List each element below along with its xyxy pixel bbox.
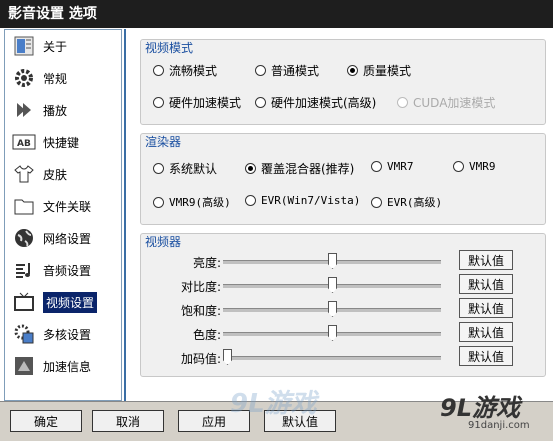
keyboard-icon: AB [11, 129, 37, 155]
watermark-faint: 9L游戏 [230, 389, 317, 419]
radio-vmr9-advanced[interactable]: VMR9(高级) [153, 194, 231, 210]
slider-row: 色度: 默认值 [141, 322, 547, 344]
slider-thumb[interactable] [328, 301, 337, 317]
group-title: 渲染器 [145, 135, 182, 149]
sidebar-item-label: 音频设置 [43, 263, 92, 278]
radio-vmr9[interactable]: VMR9 [453, 160, 496, 173]
radio-circle [153, 163, 164, 174]
group-title: 视频模式 [145, 41, 194, 55]
chip-icon [11, 321, 37, 347]
slider-row: 饱和度: 默认值 [141, 298, 547, 320]
radio-circle [255, 65, 266, 76]
sidebar-item-label: 皮肤 [43, 167, 68, 182]
tv-icon [11, 289, 37, 315]
radio-system-default[interactable]: 系统默认 [153, 160, 217, 177]
radio-vmr7[interactable]: VMR7 [371, 160, 414, 173]
sidebar-item-network[interactable]: 网络设置 [7, 224, 119, 252]
sidebar-item-label: 常规 [43, 71, 68, 86]
sidebar-item-playback[interactable]: 播放 [7, 96, 119, 124]
watermark-logo: 9L游戏 [440, 394, 520, 422]
slider-label: 对比度: [180, 280, 221, 294]
radio-cuda-mode: CUDA加速模式 [397, 94, 495, 111]
radio-normal-mode[interactable]: 普通模式 [255, 62, 319, 79]
default-value-button[interactable]: 默认值 [459, 274, 513, 294]
audio-icon [11, 257, 37, 283]
sidebar-item-multicore[interactable]: 多核设置 [7, 320, 119, 348]
video-adjust-group: 视频器 亮度: 默认值 对比度: 默认值 饱和度: 默认值 色度: 默认值 加码值: 默认值 [140, 233, 546, 377]
play-arrow-icon [11, 97, 37, 123]
radio-hw-accel-advanced[interactable]: 硬件加速模式(高级) [255, 94, 376, 111]
slider-row: 对比度: 默认值 [141, 274, 547, 296]
sidebar-item-label: 网络设置 [43, 231, 92, 246]
radio-circle-selected [245, 163, 256, 174]
sidebar-item-accel-info[interactable]: 加速信息 [7, 352, 119, 380]
default-value-button[interactable]: 默认值 [459, 298, 513, 318]
radio-smooth-mode[interactable]: 流畅模式 [153, 62, 217, 79]
slider-thumb[interactable] [223, 349, 232, 365]
default-value-button[interactable]: 默认值 [459, 322, 513, 342]
radio-quality-mode[interactable]: 质量模式 [347, 62, 411, 79]
shirt-icon [11, 161, 37, 187]
sidebar-item-label: 关于 [43, 39, 68, 54]
cancel-button[interactable]: 取消 [92, 410, 164, 432]
svg-text:AB: AB [17, 139, 31, 149]
slider-track[interactable] [223, 356, 441, 360]
slider-thumb[interactable] [328, 325, 337, 341]
radio-circle [397, 97, 408, 108]
default-value-button[interactable]: 默认值 [459, 250, 513, 270]
ok-button[interactable]: 确定 [10, 410, 82, 432]
slider-row: 加码值: 默认值 [141, 346, 547, 368]
radio-circle [245, 195, 256, 206]
renderer-group: 渲染器 系统默认 覆盖混合器(推荐) VMR7 VMR9 VMR9(高级) EV… [140, 133, 546, 225]
globe-icon [11, 225, 37, 251]
sidebar-item-audio[interactable]: 音频设置 [7, 256, 119, 284]
watermark-url: 91danji.com [468, 420, 530, 431]
sidebar-item-file-assoc[interactable]: 文件关联 [7, 192, 119, 220]
sidebar: 关于 常规 播放 AB 快捷键 皮肤 文件关联 网络设置 音频设置 视频设置 多… [4, 29, 122, 401]
slider-label: 加码值: [180, 352, 221, 366]
slider-thumb[interactable] [328, 253, 337, 269]
sidebar-item-general[interactable]: 常规 [7, 64, 119, 92]
radio-hw-accel-mode[interactable]: 硬件加速模式 [153, 94, 241, 111]
sidebar-item-label: 快捷键 [43, 135, 80, 150]
settings-panel: 视频模式 流畅模式 普通模式 质量模式 硬件加速模式 硬件加速模式(高级) CU… [124, 29, 553, 401]
folder-icon [11, 193, 37, 219]
sidebar-item-skin[interactable]: 皮肤 [7, 160, 119, 188]
radio-circle [453, 161, 464, 172]
group-title: 视频器 [145, 235, 182, 249]
radio-circle [371, 161, 382, 172]
nvidia-icon [11, 353, 37, 379]
radio-overlay-mixer[interactable]: 覆盖混合器(推荐) [245, 160, 354, 177]
sidebar-item-label: 视频设置 [43, 291, 98, 313]
default-value-button[interactable]: 默认值 [459, 346, 513, 366]
sidebar-item-label: 多核设置 [43, 327, 92, 342]
radio-circle-selected [347, 65, 358, 76]
slider-thumb[interactable] [328, 277, 337, 293]
radio-circle [153, 97, 164, 108]
slider-label: 饱和度: [180, 304, 221, 318]
sidebar-item-label: 播放 [43, 103, 68, 118]
radio-evr-advanced[interactable]: EVR(高级) [371, 194, 442, 210]
slider-label: 亮度: [192, 256, 221, 270]
radio-circle [153, 65, 164, 76]
radio-circle [153, 196, 164, 208]
window-title: 影音设置 选项 [0, 0, 553, 28]
sidebar-item-video[interactable]: 视频设置 [7, 288, 119, 316]
slider-row: 亮度: 默认值 [141, 250, 547, 272]
video-mode-group: 视频模式 流畅模式 普通模式 质量模式 硬件加速模式 硬件加速模式(高级) CU… [140, 39, 546, 125]
info-icon [11, 33, 37, 59]
sidebar-item-label: 文件关联 [43, 199, 92, 214]
sidebar-item-hotkeys[interactable]: AB 快捷键 [7, 128, 119, 156]
sidebar-item-about[interactable]: 关于 [7, 32, 119, 60]
radio-circle [255, 97, 266, 108]
sidebar-item-label: 加速信息 [43, 359, 92, 374]
radio-circle [371, 196, 382, 208]
radio-evr[interactable]: EVR(Win7/Vista) [245, 194, 360, 207]
gear-icon [11, 65, 37, 91]
slider-label: 色度: [192, 328, 221, 342]
